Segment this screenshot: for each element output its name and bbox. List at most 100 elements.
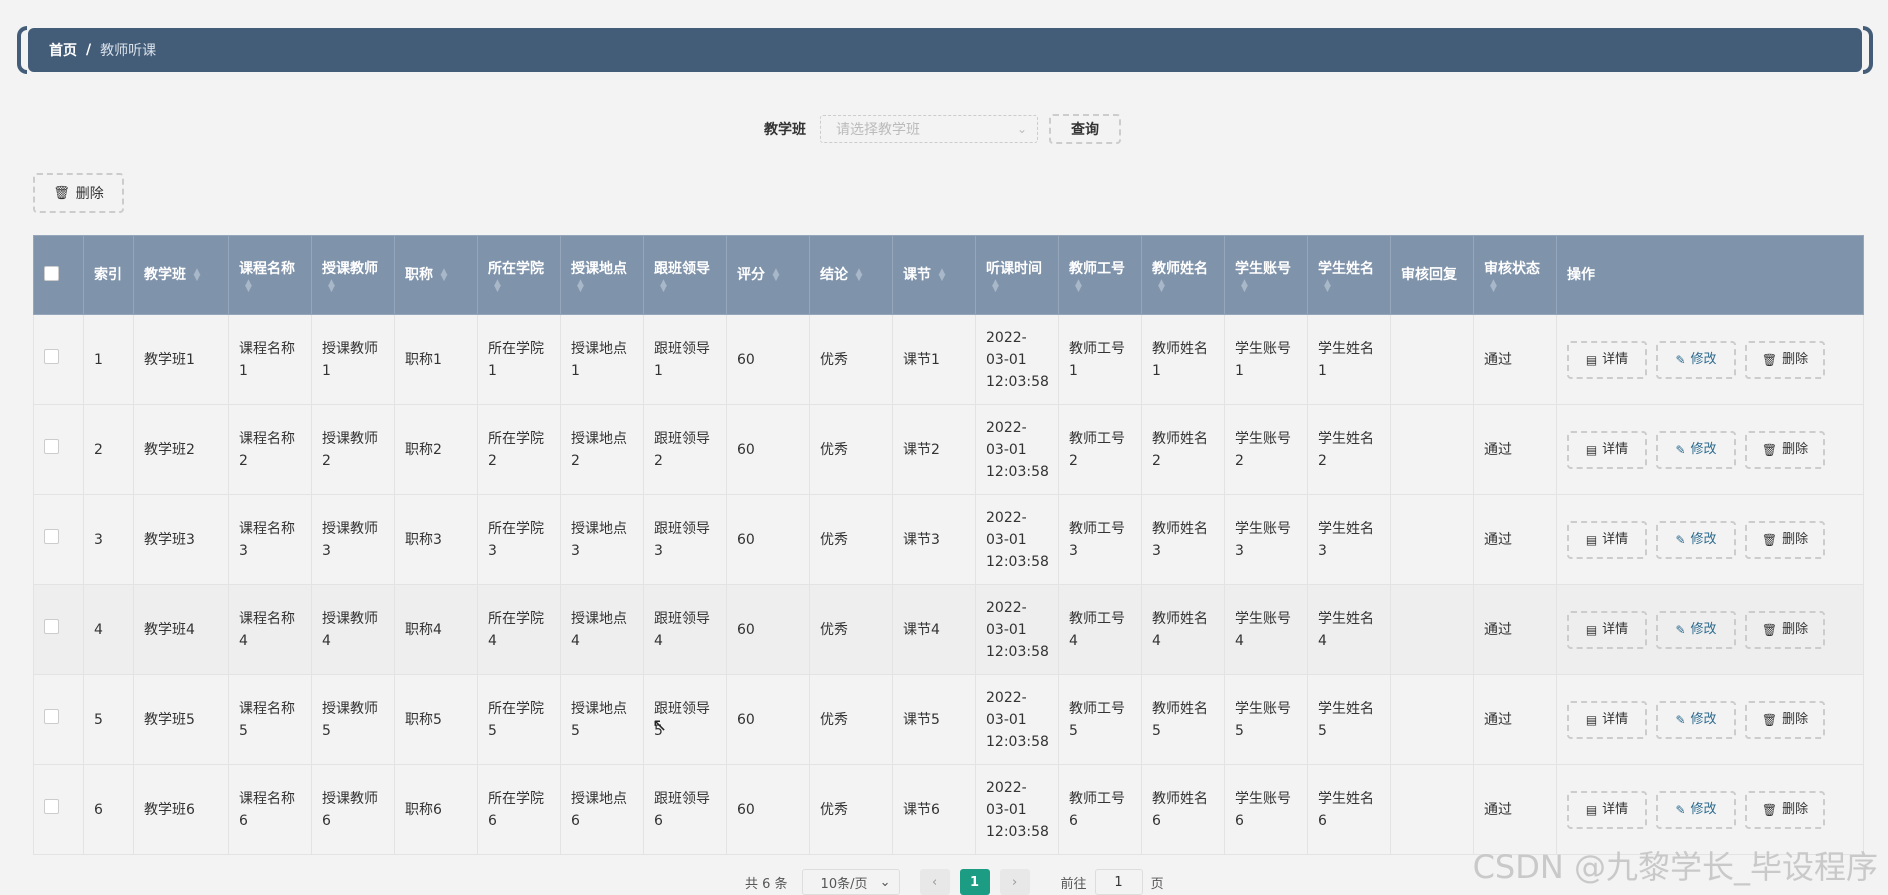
sort-icon[interactable]: ▲ ▼ bbox=[1152, 279, 1214, 294]
header-student-account[interactable]: 学生账号 ▲ ▼ bbox=[1224, 235, 1308, 315]
table-cell: 所在学院5 bbox=[477, 674, 561, 765]
table-cell: 授课教师3 bbox=[311, 494, 395, 585]
document-icon: ▤ bbox=[1585, 802, 1598, 817]
table-cell: 1 bbox=[83, 314, 134, 405]
header-conclusion[interactable]: 结论 ▲ ▼ bbox=[809, 235, 893, 315]
edit-button[interactable]: ✎ 修改 bbox=[1656, 790, 1736, 829]
goto-page-input[interactable]: 1 bbox=[1094, 869, 1143, 895]
table-cell: 教师姓名5 bbox=[1141, 674, 1225, 765]
table-cell: 学生账号4 bbox=[1224, 584, 1308, 675]
row-checkbox[interactable] bbox=[44, 348, 59, 364]
table-cell: 教师工号4 bbox=[1058, 584, 1142, 675]
header-course[interactable]: 课程名称 ▲ ▼ bbox=[228, 235, 312, 315]
table-cell: 授课教师5 bbox=[311, 674, 395, 765]
edit-button[interactable]: ✎ 修改 bbox=[1656, 340, 1736, 379]
edit-button[interactable]: ✎ 修改 bbox=[1656, 520, 1736, 559]
header-leader[interactable]: 跟班领导 ▲ ▼ bbox=[643, 235, 727, 315]
table-cell: 课程名称6 bbox=[228, 764, 312, 855]
header-time[interactable]: 听课时间 ▲ ▼ bbox=[975, 235, 1059, 315]
sort-icon[interactable]: ▲ ▼ bbox=[1318, 279, 1380, 294]
detail-button[interactable]: ▤ 详情 bbox=[1567, 340, 1647, 379]
table-cell: 学生账号6 bbox=[1224, 764, 1308, 855]
batch-delete-button[interactable]: 🗑 删除 bbox=[33, 173, 124, 213]
page-button-1[interactable]: 1 bbox=[959, 869, 990, 895]
query-button[interactable]: 查询 bbox=[1049, 114, 1121, 144]
table-cell: 通过 bbox=[1473, 404, 1557, 495]
header-teacher-id[interactable]: 教师工号 ▲ ▼ bbox=[1058, 235, 1142, 315]
sort-icon[interactable]: ▲ ▼ bbox=[437, 268, 451, 283]
breadcrumb-current: 教师听课 bbox=[100, 43, 157, 59]
sort-icon[interactable]: ▲ ▼ bbox=[322, 279, 384, 294]
table-cell: 所在学院2 bbox=[477, 404, 561, 495]
sort-icon[interactable]: ▲ ▼ bbox=[239, 279, 301, 294]
pencil-icon: ✎ bbox=[1675, 442, 1686, 457]
sort-icon[interactable]: ▲ ▼ bbox=[1484, 279, 1546, 294]
table-cell: 所在学院3 bbox=[477, 494, 561, 585]
table-cell: 60 bbox=[726, 494, 810, 585]
delete-button[interactable]: 🗑 删除 bbox=[1745, 520, 1825, 559]
table-cell: 授课教师6 bbox=[311, 764, 395, 855]
header-class[interactable]: 教学班 ▲ ▼ bbox=[133, 235, 229, 315]
sort-icon[interactable]: ▲ ▼ bbox=[935, 268, 949, 283]
detail-button[interactable]: ▤ 详情 bbox=[1567, 610, 1647, 649]
lecture-table: 索引 教学班 ▲ ▼ 课程名称 ▲ ▼ 授课教师 ▲ ▼ 职称 ▲ ▼ 所在学院 ▲ ▼ 授课地点 ▲… bbox=[33, 235, 1864, 855]
sort-icon[interactable]: ▲ ▼ bbox=[1069, 279, 1131, 294]
delete-button[interactable]: 🗑 删除 bbox=[1745, 610, 1825, 649]
delete-button[interactable]: 🗑 删除 bbox=[1745, 340, 1825, 379]
sort-icon[interactable]: ▲ ▼ bbox=[986, 279, 1048, 294]
edit-button[interactable]: ✎ 修改 bbox=[1656, 430, 1736, 469]
row-checkbox[interactable] bbox=[44, 528, 59, 544]
header-score[interactable]: 评分 ▲ ▼ bbox=[726, 235, 810, 315]
page-size-select[interactable]: 10条/页 ⌄ bbox=[801, 869, 900, 895]
table-cell: 课程名称3 bbox=[228, 494, 312, 585]
table-cell: 教师工号5 bbox=[1058, 674, 1142, 765]
header-teacher[interactable]: 授课教师 ▲ ▼ bbox=[311, 235, 395, 315]
sort-icon[interactable]: ▲ ▼ bbox=[1235, 279, 1297, 294]
header-period[interactable]: 课节 ▲ ▼ bbox=[892, 235, 976, 315]
detail-button[interactable]: ▤ 详情 bbox=[1567, 520, 1647, 559]
table-cell: 学生姓名3 bbox=[1307, 494, 1391, 585]
table-cell bbox=[1390, 674, 1474, 765]
prev-page-button[interactable]: ‹ bbox=[919, 869, 950, 895]
header-teacher-name[interactable]: 教师姓名 ▲ ▼ bbox=[1141, 235, 1225, 315]
delete-button[interactable]: 🗑 删除 bbox=[1745, 430, 1825, 469]
header-title[interactable]: 职称 ▲ ▼ bbox=[394, 235, 478, 315]
row-checkbox[interactable] bbox=[44, 708, 59, 724]
header-student-name[interactable]: 学生姓名 ▲ ▼ bbox=[1307, 235, 1391, 315]
detail-button[interactable]: ▤ 详情 bbox=[1567, 430, 1647, 469]
select-all-checkbox[interactable] bbox=[44, 265, 59, 281]
sort-icon[interactable]: ▲ ▼ bbox=[654, 279, 716, 294]
breadcrumb: 首页 / 教师听课 bbox=[28, 28, 1862, 72]
sort-icon[interactable]: ▲ ▼ bbox=[769, 268, 783, 283]
next-page-button[interactable]: › bbox=[999, 869, 1030, 895]
detail-button[interactable]: ▤ 详情 bbox=[1567, 790, 1647, 829]
edit-button[interactable]: ✎ 修改 bbox=[1656, 700, 1736, 739]
delete-button[interactable]: 🗑 删除 bbox=[1745, 790, 1825, 829]
row-checkbox[interactable] bbox=[44, 618, 59, 634]
class-select[interactable]: 请选择教学班 ⌄ bbox=[820, 115, 1038, 143]
breadcrumb-bar: 首页 / 教师听课 bbox=[17, 26, 1873, 74]
table-cell: 60 bbox=[726, 584, 810, 675]
table-cell: 授课地点2 bbox=[560, 404, 644, 495]
detail-button[interactable]: ▤ 详情 bbox=[1567, 700, 1647, 739]
table-cell: 优秀 bbox=[809, 404, 893, 495]
row-select-cell bbox=[33, 674, 84, 765]
table-cell: 3 bbox=[83, 494, 134, 585]
sort-icon[interactable]: ▲ ▼ bbox=[852, 268, 866, 283]
header-college[interactable]: 所在学院 ▲ ▼ bbox=[477, 235, 561, 315]
breadcrumb-home[interactable]: 首页 bbox=[49, 40, 77, 60]
row-checkbox[interactable] bbox=[44, 438, 59, 454]
trash-icon: 🗑 bbox=[53, 185, 70, 201]
delete-button[interactable]: 🗑 删除 bbox=[1745, 700, 1825, 739]
header-location[interactable]: 授课地点 ▲ ▼ bbox=[560, 235, 644, 315]
sort-icon[interactable]: ▲ ▼ bbox=[488, 279, 550, 294]
table-cell: 课节3 bbox=[892, 494, 976, 585]
row-checkbox[interactable] bbox=[44, 798, 59, 814]
sort-icon[interactable]: ▲ ▼ bbox=[571, 279, 633, 294]
edit-button[interactable]: ✎ 修改 bbox=[1656, 610, 1736, 649]
header-review-status[interactable]: 审核状态 ▲ ▼ bbox=[1473, 235, 1557, 315]
table-cell: 跟班领导2 bbox=[643, 404, 727, 495]
table-cell: 授课地点4 bbox=[560, 584, 644, 675]
sort-icon[interactable]: ▲ ▼ bbox=[190, 268, 204, 283]
chevron-down-icon: ⌄ bbox=[879, 874, 891, 890]
